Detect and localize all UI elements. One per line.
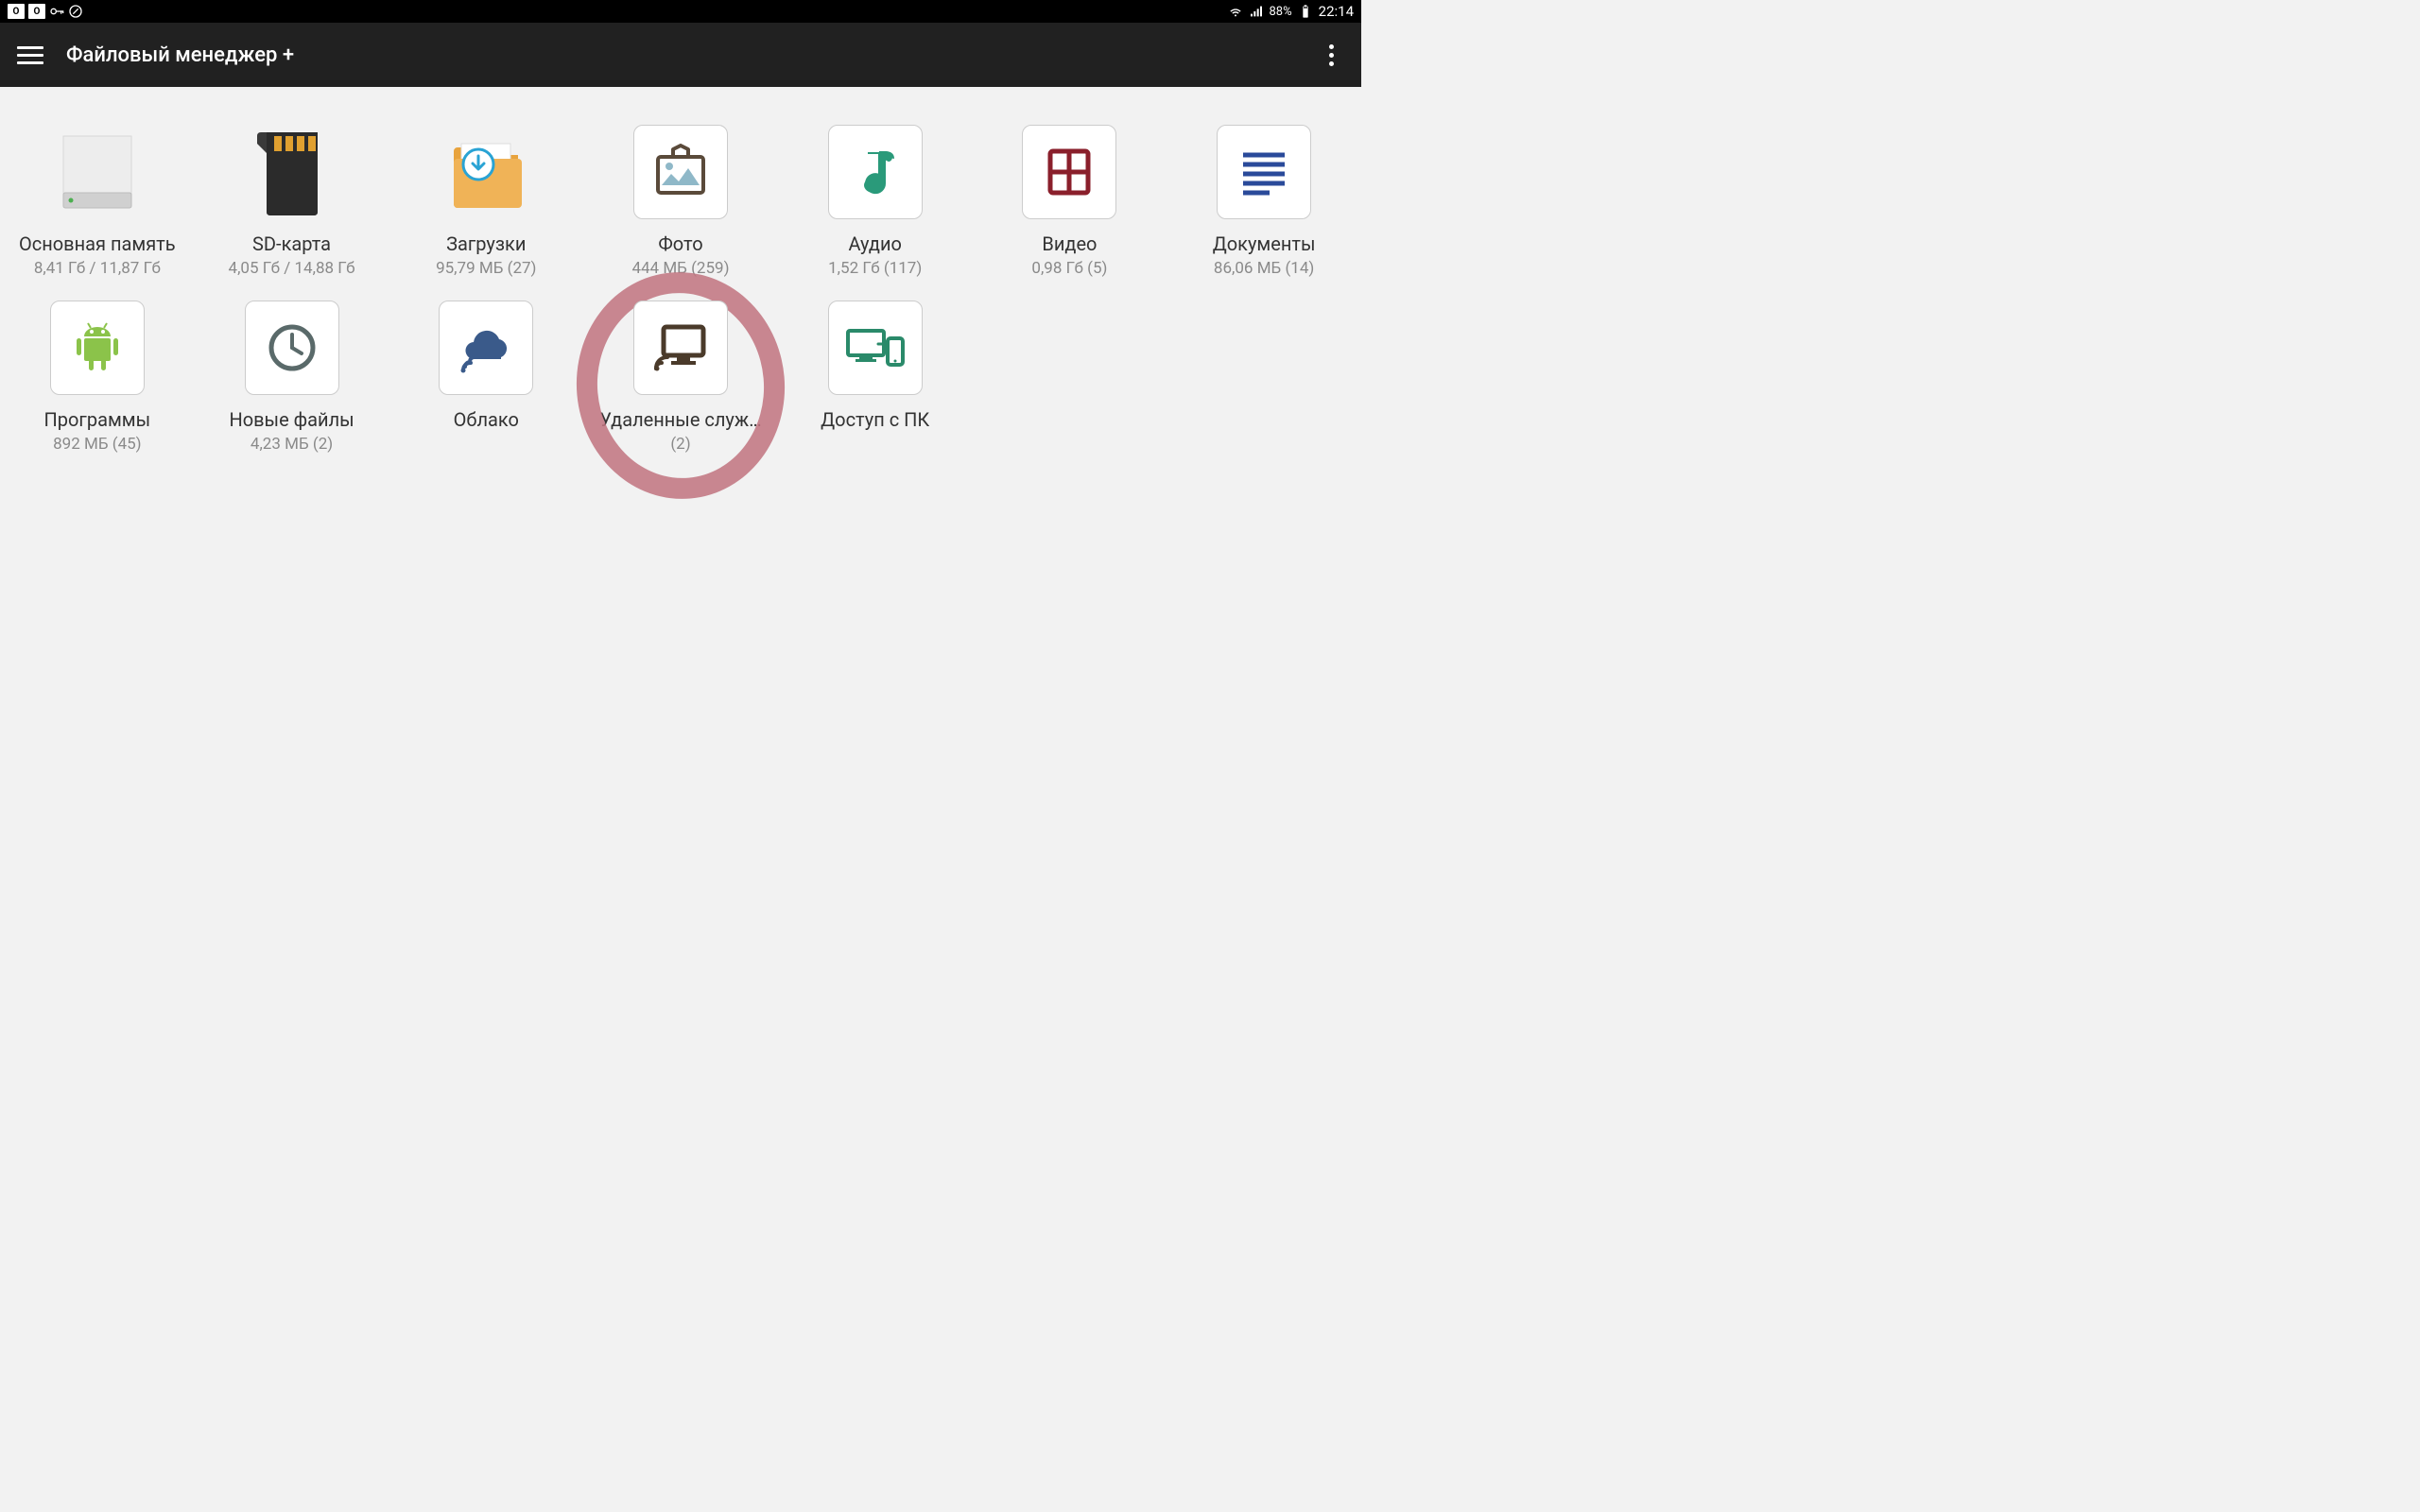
tile-label: Облако [454, 408, 519, 431]
status-right: 88% 22:14 [1228, 3, 1355, 20]
tile-label: SD-карта [252, 232, 331, 255]
photo-icon [633, 125, 728, 219]
tile-sub: 95,79 МБ (27) [436, 259, 536, 278]
tile-sub: 4,05 Гб / 14,88 Гб [229, 259, 355, 278]
tile-sub: 4,23 МБ (2) [251, 435, 333, 454]
tile-label: Удаленные служ… [599, 408, 761, 431]
battery-icon [1298, 4, 1313, 19]
app-bar: Файловый менеджер + [0, 23, 1361, 87]
audio-icon [828, 125, 923, 219]
tile-downloads[interactable]: Загрузки 95,79 МБ (27) [394, 125, 579, 278]
tile-remote-services[interactable]: Удаленные служ… (2) [588, 301, 772, 454]
tile-sub: 444 МБ (259) [631, 259, 729, 278]
tile-video[interactable]: Видео 0,98 Гб (5) [977, 125, 1162, 278]
tile-documents[interactable]: Документы 86,06 МБ (14) [1172, 125, 1357, 278]
tiles-grid: Основная память 8,41 Гб / 11,87 Гб SD-ка… [0, 87, 1361, 454]
hamburger-menu-icon[interactable] [17, 42, 43, 68]
battery-percent: 88% [1270, 5, 1292, 19]
sd-card-icon [245, 125, 339, 219]
remote-monitor-icon [633, 301, 728, 395]
tile-label: Загрузки [446, 232, 526, 255]
tile-label: Видео [1042, 232, 1097, 255]
status-left: O O [8, 4, 83, 19]
tile-audio[interactable]: Аудио 1,52 Гб (117) [783, 125, 967, 278]
clock-icon [245, 301, 339, 395]
tile-new-files[interactable]: Новые файлы 4,23 МБ (2) [199, 301, 384, 454]
pc-transfer-icon [828, 301, 923, 395]
tile-label: Фото [658, 232, 702, 255]
tile-sub: 0,98 Гб (5) [1031, 259, 1107, 278]
app-title: Файловый менеджер + [66, 43, 294, 67]
status-bar: O O 88% 22:14 [0, 0, 1361, 23]
tile-sd-card[interactable]: SD-карта 4,05 Гб / 14,88 Гб [199, 125, 384, 278]
downloads-icon [439, 125, 533, 219]
tile-label: Программы [44, 408, 151, 431]
tile-label: Доступ с ПК [821, 408, 929, 431]
signal-icon [1249, 4, 1264, 19]
documents-icon [1217, 125, 1311, 219]
outlook-icon: O [8, 4, 25, 19]
tile-label: Новые файлы [229, 408, 354, 431]
key-icon [49, 4, 64, 19]
tile-pc-access[interactable]: Доступ с ПК [783, 301, 967, 454]
overflow-menu-icon[interactable] [1318, 39, 1344, 72]
wifi-icon [1228, 4, 1243, 19]
tile-label: Основная память [19, 232, 176, 255]
outlook-icon-2: O [28, 4, 45, 19]
tile-apps[interactable]: Программы 892 МБ (45) [5, 301, 189, 454]
tile-sub: 892 МБ (45) [53, 435, 142, 454]
compass-icon [68, 4, 83, 19]
status-time: 22:14 [1319, 3, 1354, 20]
tile-sub: 1,52 Гб (117) [828, 259, 922, 278]
tile-internal-storage[interactable]: Основная память 8,41 Гб / 11,87 Гб [5, 125, 189, 278]
tile-label: Аудио [848, 232, 902, 255]
tile-label: Документы [1213, 232, 1316, 255]
tile-sub: (2) [670, 435, 690, 454]
tile-sub: 86,06 МБ (14) [1214, 259, 1314, 278]
cloud-icon [439, 301, 533, 395]
android-icon [50, 301, 145, 395]
tile-photos[interactable]: Фото 444 МБ (259) [588, 125, 772, 278]
tile-sub: 8,41 Гб / 11,87 Гб [34, 259, 161, 278]
video-icon [1022, 125, 1116, 219]
tile-cloud[interactable]: Облако [394, 301, 579, 454]
hdd-icon [50, 125, 145, 219]
